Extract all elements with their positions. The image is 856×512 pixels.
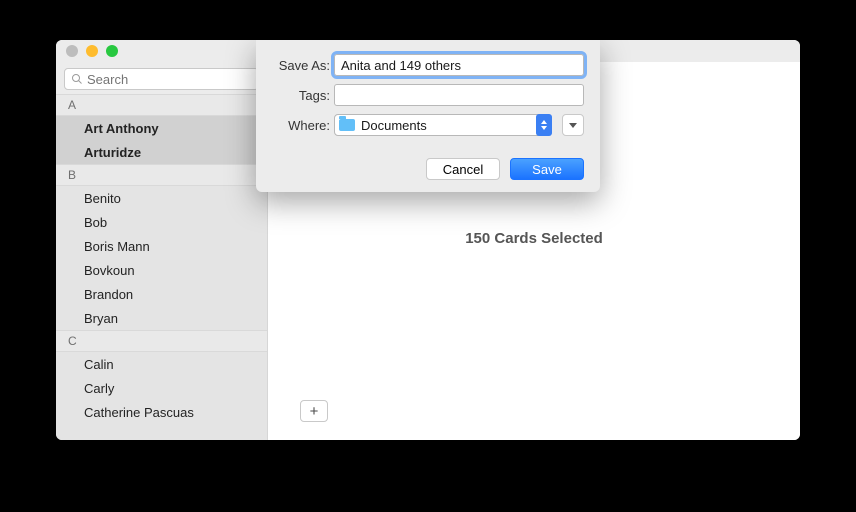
contacts-list[interactable]: A Art Anthony Arturidze B Benito Bob Bor… bbox=[56, 94, 267, 440]
tags-label: Tags: bbox=[272, 88, 330, 103]
sheet-button-row: Cancel Save bbox=[272, 158, 584, 180]
save-as-input[interactable] bbox=[334, 54, 584, 76]
close-window-button[interactable] bbox=[66, 45, 78, 57]
list-item[interactable]: Bryan bbox=[56, 306, 267, 330]
folder-icon bbox=[339, 119, 355, 131]
where-label: Where: bbox=[272, 118, 330, 133]
section-head-b: B bbox=[56, 164, 267, 186]
tags-input[interactable] bbox=[334, 84, 584, 106]
save-as-label: Save As: bbox=[272, 58, 330, 73]
list-item[interactable]: Benito bbox=[56, 186, 267, 210]
list-item[interactable]: Bob bbox=[56, 210, 267, 234]
section-head-c: C bbox=[56, 330, 267, 352]
list-item[interactable]: Art Anthony bbox=[56, 116, 267, 140]
list-item[interactable]: Arturidze bbox=[56, 140, 267, 164]
selection-status: 150 Cards Selected bbox=[268, 230, 800, 247]
save-button[interactable]: Save bbox=[510, 158, 584, 180]
zoom-window-button[interactable] bbox=[106, 45, 118, 57]
search-icon bbox=[71, 73, 83, 85]
chevron-up-icon bbox=[541, 120, 547, 124]
where-stepper[interactable] bbox=[536, 114, 552, 136]
add-contact-button[interactable]: + bbox=[300, 400, 328, 422]
list-item[interactable]: Boris Mann bbox=[56, 234, 267, 258]
search-field[interactable] bbox=[64, 68, 259, 90]
section-head-a: A bbox=[56, 94, 267, 116]
list-item[interactable]: Bovkoun bbox=[56, 258, 267, 282]
expand-save-button[interactable] bbox=[562, 114, 584, 136]
list-item[interactable]: Catherine Pascuas bbox=[56, 400, 267, 424]
tags-row: Tags: bbox=[272, 84, 584, 106]
search-input[interactable] bbox=[87, 72, 263, 87]
where-value: Documents bbox=[361, 118, 427, 133]
contacts-sidebar: A Art Anthony Arturidze B Benito Bob Bor… bbox=[56, 62, 268, 440]
save-as-row: Save As: bbox=[272, 54, 584, 76]
where-row: Where: Documents bbox=[272, 114, 584, 136]
chevron-down-icon bbox=[569, 123, 577, 128]
search-wrap bbox=[56, 62, 267, 94]
list-item[interactable]: Carly bbox=[56, 376, 267, 400]
save-sheet: Save As: Tags: Where: Documents Cancel S… bbox=[256, 40, 600, 192]
list-item[interactable]: Calin bbox=[56, 352, 267, 376]
cancel-button[interactable]: Cancel bbox=[426, 158, 500, 180]
list-item[interactable]: Brandon bbox=[56, 282, 267, 306]
chevron-down-icon bbox=[541, 126, 547, 130]
where-select[interactable]: Documents bbox=[334, 114, 552, 136]
minimize-window-button[interactable] bbox=[86, 45, 98, 57]
plus-icon: + bbox=[310, 403, 319, 420]
